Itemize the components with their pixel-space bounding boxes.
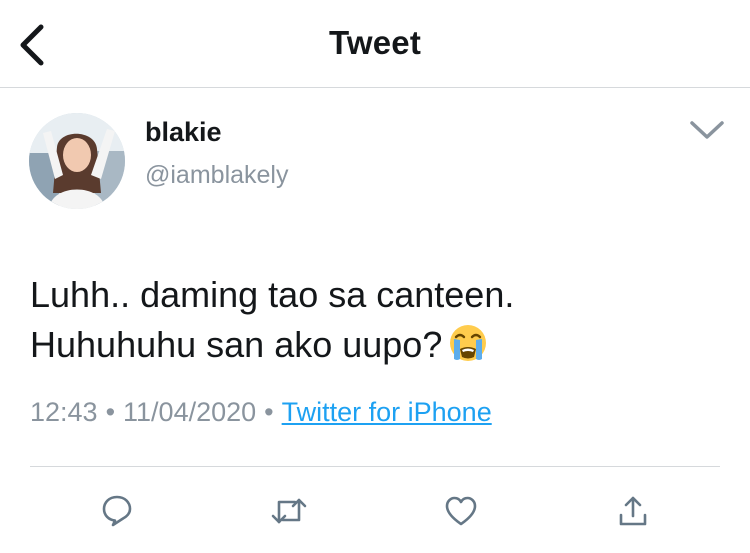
page-title: Tweet [328, 24, 422, 61]
share-button[interactable] [614, 492, 652, 530]
reply-button[interactable] [98, 492, 136, 530]
tweet-text-line: Luhh.. daming tao sa canteen. [30, 274, 515, 315]
tweet-text: Luhh.. daming tao sa canteen. Huhuhuhu s… [30, 270, 730, 370]
tweet-source-link[interactable]: Twitter for iPhone [282, 397, 492, 427]
avatar[interactable] [29, 113, 125, 209]
divider [30, 466, 720, 467]
chevron-down-icon [690, 121, 724, 139]
tweet-date: 11/04/2020 [123, 397, 257, 427]
like-button[interactable] [442, 492, 480, 530]
reply-icon [102, 495, 132, 527]
tweet-metadata: 12:43 • 11/04/2020 • Twitter for iPhone [30, 397, 492, 428]
display-name[interactable]: blakie [145, 117, 222, 148]
user-handle[interactable]: @iamblakely [145, 161, 288, 190]
loudly-crying-face-icon [448, 323, 488, 363]
retweet-icon [271, 498, 307, 524]
top-nav-bar: Tweet [0, 0, 750, 88]
retweet-button[interactable] [270, 492, 308, 530]
avatar-image [29, 113, 125, 209]
separator-dot: • [264, 397, 274, 427]
tweet-text-line-emoji: Huhuhuhu san ako uupo? [30, 320, 730, 370]
more-options-button[interactable] [688, 118, 726, 142]
like-icon [445, 496, 477, 526]
separator-dot: • [105, 397, 116, 427]
share-icon [619, 496, 647, 526]
tweet-time: 12:43 [30, 397, 98, 427]
